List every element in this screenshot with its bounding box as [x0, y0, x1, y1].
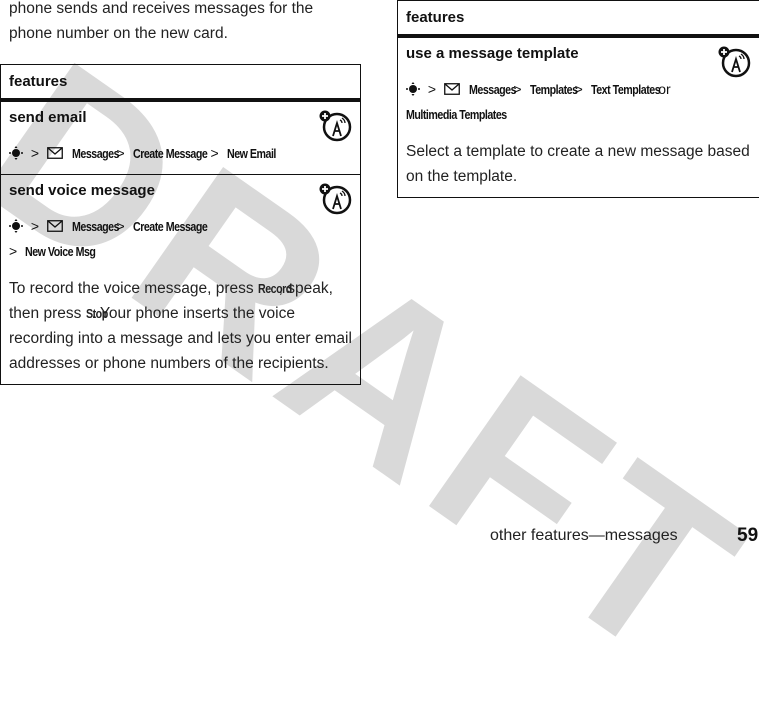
envelope-icon	[47, 220, 63, 232]
features-table-left: features send email > Messages > Create …	[0, 64, 361, 385]
envelope-icon	[444, 83, 460, 95]
network-feature-icon	[718, 46, 751, 78]
menu-path-continued: > New Voice Msg	[9, 239, 352, 264]
table-header: features	[1, 65, 360, 102]
feature-row-message-template: use a message template > Messages > Temp…	[398, 38, 759, 197]
menu-item-create-message[interactable]: Create Message	[133, 215, 208, 239]
menu-path: > Messages > Create Message	[9, 214, 352, 239]
feature-row-send-email: send email > Messages > Create Message >…	[1, 102, 360, 174]
nav-key-icon	[406, 82, 420, 96]
feature-title: use a message template	[406, 45, 579, 62]
menu-path: > Messages > Templates > Text Templates …	[406, 77, 751, 102]
feature-row-send-voice-message: send voice message > Messages > Create M…	[1, 174, 360, 384]
intro-paragraph: phone sends and receives messages for th…	[9, 0, 314, 42]
table-header: features	[398, 1, 759, 38]
menu-item-new-email[interactable]: New Email	[227, 142, 276, 166]
menu-item-messages[interactable]: Messages	[469, 78, 517, 102]
footer-section-label: other features—messages	[490, 527, 678, 544]
menu-item-multimedia-templates[interactable]: Multimedia Templates	[406, 103, 507, 127]
path-separator: >	[427, 81, 437, 97]
envelope-icon	[47, 147, 63, 159]
network-feature-icon	[319, 183, 352, 215]
menu-item-text-templates[interactable]: Text Templates	[591, 78, 661, 102]
softkey-stop: Stop	[85, 306, 108, 321]
feature-title: send voice message	[9, 182, 155, 199]
path-separator: >	[9, 243, 18, 259]
path-separator: >	[210, 145, 219, 161]
nav-key-icon	[9, 219, 23, 233]
softkey-record: Record	[257, 281, 292, 296]
features-table-right: features use a message template > Messag…	[397, 0, 759, 198]
menu-path: > Messages > Create Message > New Email	[9, 141, 352, 166]
menu-item-create-message[interactable]: Create Message	[133, 142, 208, 166]
path-separator: >	[30, 218, 40, 234]
menu-item-templates[interactable]: Templates	[530, 78, 578, 102]
feature-description: Select a template to create a new messag…	[406, 143, 750, 185]
nav-key-icon	[9, 146, 23, 160]
network-feature-icon	[319, 110, 352, 142]
menu-path-continued: Multimedia Templates	[406, 102, 751, 127]
menu-item-messages[interactable]: Messages	[72, 215, 120, 239]
menu-item-new-voice-msg[interactable]: New Voice Msg	[25, 240, 96, 264]
feature-description: To record the voice message, press Recor…	[9, 276, 352, 376]
feature-title: send email	[9, 109, 87, 126]
description-text: To record the voice message, press	[9, 280, 258, 297]
menu-item-messages[interactable]: Messages	[72, 142, 120, 166]
path-separator: >	[30, 145, 40, 161]
page-number: 59	[737, 525, 759, 546]
